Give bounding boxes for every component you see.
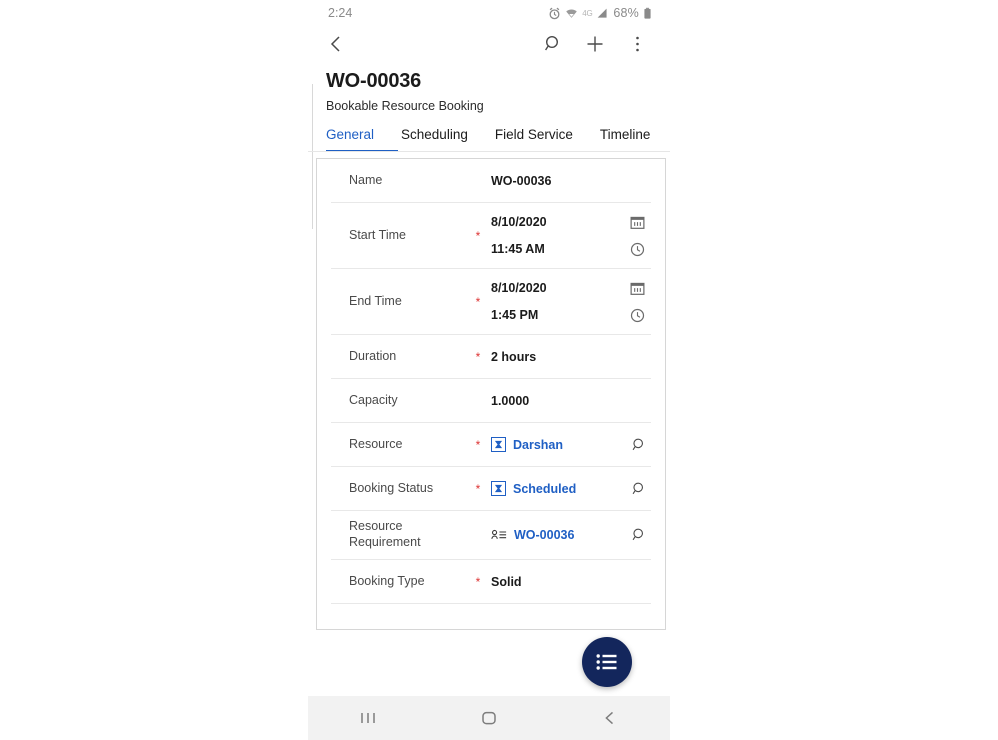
battery-icon [644,7,651,19]
field-row-duration[interactable]: Duration * 2 hours [331,335,651,379]
resource-lookup-button[interactable] [627,437,651,453]
field-label-start-time: Start Time [349,227,406,242]
field-row-end-time[interactable]: End Time * 8/10/2020 1:45 PM [331,269,651,335]
booking-status-entity-icon [491,481,506,496]
recents-icon [361,713,376,723]
start-date-line: 8/10/2020 [491,215,651,230]
tab-bar-divider [308,151,670,152]
system-navigation-bar [308,696,670,740]
system-back-button[interactable] [580,696,640,740]
end-date-picker-button[interactable] [625,281,649,296]
phone-screen: 2:24 4G 68% WO-00036 Bookable Resource B… [308,0,670,740]
start-date-picker-button[interactable] [625,215,649,230]
field-required-booking-status: * [475,481,481,496]
tab-timeline[interactable]: Timeline [600,127,651,152]
field-row-start-time[interactable]: Start Time * 8/10/2020 11:45 AM [331,203,651,269]
end-time-value: 1:45 PM [491,308,539,322]
page-title: WO-00036 [326,70,422,92]
field-row-resource[interactable]: Resource * Darshan [331,423,651,467]
field-required-resource: * [475,437,481,452]
field-row-booking-type[interactable]: Booking Type * Solid [331,560,651,604]
more-options-button[interactable] [622,29,652,59]
network-4g-icon: 4G [582,8,593,18]
field-value-resource[interactable]: Darshan [485,437,627,452]
recents-button[interactable] [338,696,398,740]
tab-general[interactable]: General [326,127,374,152]
end-date-line: 8/10/2020 [491,281,651,296]
overflow-menu-icon [635,36,639,52]
field-value-resource-requirement[interactable]: WO-00036 [463,528,627,542]
alarm-icon [549,7,560,19]
clock-icon [630,242,644,256]
entity-name-label: Bookable Resource Booking [326,99,484,113]
clock-icon [630,308,644,322]
calendar-icon [630,282,644,295]
field-label-end-time: End Time [349,293,402,308]
tab-bar: General Scheduling Field Service Timelin… [308,113,670,152]
booking-status-value-text: Scheduled [513,481,577,496]
search-icon [545,35,559,51]
home-button[interactable] [459,696,519,740]
signal-icon [598,8,607,18]
chevron-left-icon [330,36,340,52]
field-value-end-time: 8/10/2020 1:45 PM [485,281,651,323]
search-button[interactable] [538,29,568,59]
tab-field-service[interactable]: Field Service [495,127,573,152]
field-label-capacity: Capacity [349,392,398,407]
field-row-resource-requirement[interactable]: Resource Requirement WO-00036 [331,511,651,560]
search-icon [632,438,644,450]
end-time-picker-button[interactable] [625,308,649,323]
home-icon [482,711,496,725]
search-icon [632,528,644,541]
field-row-name[interactable]: Name WO-00036 [331,159,651,203]
field-label-duration: Duration [349,348,397,363]
resource-requirement-icon [491,529,507,541]
field-row-booking-status[interactable]: Booking Status * Scheduled [331,467,651,511]
status-bar-icons: 4G 68% [548,6,652,20]
field-label-resource-requirement: Resource Requirement [349,519,421,549]
end-time-line: 1:45 PM [491,308,651,323]
back-icon [604,711,613,725]
resource-value-text: Darshan [513,437,564,452]
list-menu-icon [596,654,617,670]
start-time-picker-button[interactable] [625,242,649,257]
field-required-start-time: * [475,228,481,243]
booking-status-lookup-button[interactable] [627,481,651,497]
start-date-value: 8/10/2020 [491,215,547,229]
search-icon [632,482,644,494]
field-value-duration: 2 hours [491,349,537,364]
add-button[interactable] [580,29,610,59]
start-time-line: 11:45 AM [491,242,651,257]
field-row-capacity[interactable]: Capacity 1.0000 [331,379,651,423]
field-value-capacity: 1.0000 [491,393,530,408]
app-toolbar [308,26,670,62]
calendar-icon [630,216,644,229]
end-date-value: 8/10/2020 [491,281,547,295]
tab-scheduling[interactable]: Scheduling [401,127,468,152]
field-required-duration: * [475,349,481,364]
field-value-booking-status[interactable]: Scheduled [485,481,627,496]
status-bar: 2:24 4G 68% [308,0,670,26]
field-value-booking-type: Solid [491,574,522,589]
field-required-booking-type: * [475,574,481,589]
field-label-booking-type: Booking Type [349,573,425,588]
floating-action-button[interactable] [582,637,632,687]
resource-requirement-value-text: WO-00036 [514,528,575,542]
panel-edge-rail [312,84,313,229]
plus-icon [587,36,603,52]
back-button[interactable] [325,29,347,59]
field-label-booking-status: Booking Status [349,480,434,495]
battery-percent-label: 68% [613,6,639,20]
field-value-start-time: 8/10/2020 11:45 AM [485,215,651,257]
form-card: Name WO-00036 Start Time * 8/10/2020 11:… [316,158,666,630]
field-required-end-time: * [475,294,481,309]
start-time-value: 11:45 AM [491,242,545,256]
field-label-resource: Resource [349,436,403,451]
resource-requirement-lookup-button[interactable] [627,527,651,543]
resource-entity-icon [491,437,506,452]
field-label-name: Name [349,172,383,187]
wifi-icon [566,8,578,18]
field-value-name: WO-00036 [491,173,552,188]
status-bar-time: 2:24 [328,6,353,20]
